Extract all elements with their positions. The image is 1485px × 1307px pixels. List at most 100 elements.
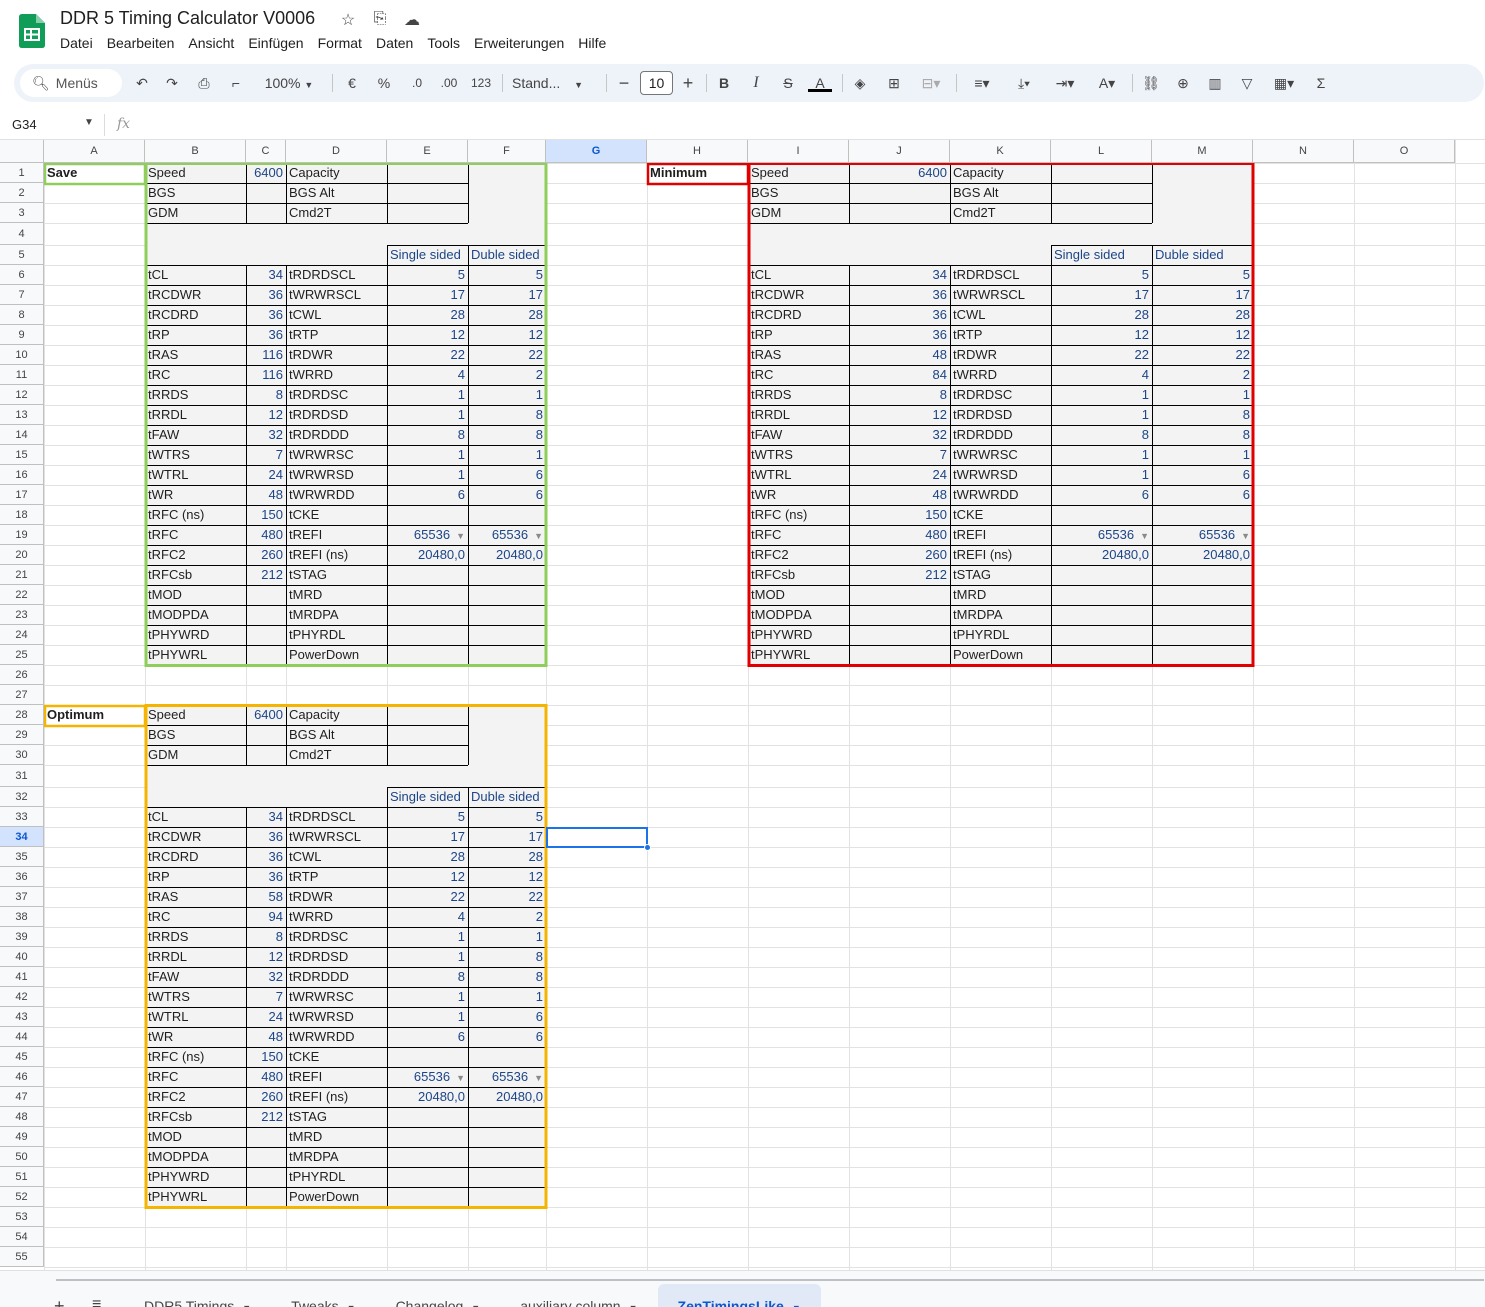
timing-value[interactable]: 212 — [849, 565, 950, 585]
row-header-20[interactable]: 20 — [0, 545, 44, 565]
row-header-37[interactable]: 37 — [0, 887, 44, 907]
speed-value[interactable]: 6400 — [246, 163, 286, 183]
star-icon[interactable]: ☆ — [336, 10, 360, 30]
timing-label[interactable]: tRCDWR — [748, 285, 849, 305]
column-header-m[interactable]: M — [1152, 140, 1253, 163]
double-sided-value[interactable] — [1152, 605, 1253, 625]
timing-label[interactable]: tRCDRD — [145, 847, 246, 867]
timing-label[interactable]: tRRDS — [145, 385, 246, 405]
single-sided-value[interactable]: 28 — [1051, 305, 1152, 325]
timing-value[interactable]: 480 — [246, 525, 286, 545]
timing-label[interactable]: tCWL — [950, 305, 1051, 325]
row-header-11[interactable]: 11 — [0, 365, 44, 385]
timing-label[interactable]: tCL — [748, 265, 849, 285]
row-header-36[interactable]: 36 — [0, 867, 44, 887]
single-sided-value[interactable]: 5 — [387, 265, 468, 285]
timing-value[interactable] — [849, 645, 950, 665]
timing-value[interactable]: 116 — [246, 345, 286, 365]
row-header-26[interactable]: 26 — [0, 665, 44, 685]
timing-label[interactable]: tRAS — [145, 345, 246, 365]
row-header-13[interactable]: 13 — [0, 405, 44, 425]
move-to-folder-icon[interactable]: ⎘ — [368, 10, 392, 30]
currency-format-button[interactable]: € — [342, 72, 362, 94]
single-sided-value[interactable] — [387, 585, 468, 605]
timing-value[interactable]: 480 — [246, 1067, 286, 1087]
single-sided-value[interactable]: 1 — [387, 927, 468, 947]
double-sided-value[interactable]: 28 — [468, 847, 546, 867]
double-sided-value[interactable]: 5 — [468, 265, 546, 285]
double-sided-value[interactable] — [1152, 565, 1253, 585]
timing-label[interactable]: tSTAG — [286, 1107, 387, 1127]
single-sided-value[interactable]: 17 — [387, 285, 468, 305]
double-sided-value[interactable]: 1 — [468, 927, 546, 947]
column-header-h[interactable]: H — [647, 140, 748, 163]
timing-label[interactable]: tRTP — [950, 325, 1051, 345]
double-sided-value[interactable]: 22 — [468, 345, 546, 365]
cmd2t-label[interactable]: Cmd2T — [950, 203, 1051, 223]
timing-label[interactable]: tRFC — [748, 525, 849, 545]
double-sided-value[interactable]: 2 — [1152, 365, 1253, 385]
double-sided-value[interactable]: 8 — [468, 967, 546, 987]
add-sheet-icon[interactable]: + — [54, 1296, 65, 1307]
timing-label[interactable]: tRFCsb — [145, 565, 246, 585]
timing-label[interactable]: tCKE — [950, 505, 1051, 525]
row-header-55[interactable]: 55 — [0, 1247, 44, 1267]
menu-datei[interactable]: Datei — [60, 35, 100, 51]
single-sided-value[interactable]: 1 — [1051, 405, 1152, 425]
timing-label[interactable]: tWTRS — [145, 987, 246, 1007]
dropdown-arrow-icon[interactable]: ▼ — [534, 531, 543, 541]
single-sided-value[interactable]: 20480,0 — [387, 1087, 468, 1107]
text-wrapping-icon[interactable]: ⇥▾ — [1048, 72, 1082, 94]
dropdown-arrow-icon[interactable]: ▼ — [1140, 531, 1149, 541]
row-header-10[interactable]: 10 — [0, 345, 44, 365]
timing-label[interactable]: tMRDPA — [950, 605, 1051, 625]
double-sided-value[interactable]: 8 — [468, 947, 546, 967]
timing-label[interactable]: tMOD — [145, 585, 246, 605]
double-sided-value[interactable] — [468, 1147, 546, 1167]
single-sided-value[interactable]: 5 — [1051, 265, 1152, 285]
font-size-decrease-button[interactable]: − — [614, 72, 634, 94]
double-sided-value[interactable]: 8 — [1152, 405, 1253, 425]
timing-label[interactable]: tWRRD — [286, 365, 387, 385]
timing-label[interactable]: tMOD — [748, 585, 849, 605]
single-sided-value[interactable] — [387, 1107, 468, 1127]
column-header-l[interactable]: L — [1051, 140, 1152, 163]
timing-label[interactable]: tMOD — [145, 1127, 246, 1147]
row-header-25[interactable]: 25 — [0, 645, 44, 665]
timing-value[interactable]: 12 — [246, 405, 286, 425]
double-sided-value[interactable]: 20480,0 — [1152, 545, 1253, 565]
column-header-o[interactable]: O — [1354, 140, 1455, 163]
row-header-33[interactable]: 33 — [0, 807, 44, 827]
double-sided-value[interactable]: 22 — [468, 887, 546, 907]
timing-label[interactable]: tRTP — [286, 867, 387, 887]
timing-label[interactable]: tRFC2 — [145, 545, 246, 565]
row-header-41[interactable]: 41 — [0, 967, 44, 987]
trefi-single-dropdown[interactable]: 65536 ▼ — [387, 525, 468, 545]
timing-label[interactable]: tREFI — [286, 525, 387, 545]
single-sided-value[interactable] — [387, 625, 468, 645]
speed-label[interactable]: Speed — [145, 163, 246, 183]
timing-label[interactable]: tRFCsb — [748, 565, 849, 585]
timing-label[interactable]: tPHYRDL — [286, 1167, 387, 1187]
timing-label[interactable]: tRFC — [145, 525, 246, 545]
double-sided-value[interactable]: 17 — [468, 827, 546, 847]
cloud-saved-icon[interactable]: ☁ — [400, 10, 424, 30]
timing-value[interactable] — [849, 605, 950, 625]
single-sided-value[interactable]: 6 — [1051, 485, 1152, 505]
row-header-12[interactable]: 12 — [0, 385, 44, 405]
double-sided-value[interactable]: 17 — [1152, 285, 1253, 305]
menu-format[interactable]: Format — [318, 35, 369, 51]
double-sided-value[interactable] — [468, 1167, 546, 1187]
timing-label[interactable]: tWRRD — [950, 365, 1051, 385]
select-all-corner[interactable] — [0, 140, 44, 163]
single-sided-value[interactable]: 1 — [387, 947, 468, 967]
chevron-down-icon[interactable]: ▼ — [792, 1303, 801, 1307]
double-sided-value[interactable] — [1152, 645, 1253, 665]
row-header-21[interactable]: 21 — [0, 565, 44, 585]
timing-value[interactable]: 94 — [246, 907, 286, 927]
timing-value[interactable]: 58 — [246, 887, 286, 907]
timing-label[interactable]: tRDRDSC — [286, 385, 387, 405]
timing-label[interactable]: tRDRDSCL — [950, 265, 1051, 285]
timing-label[interactable]: tRDRDSC — [950, 385, 1051, 405]
timing-value[interactable]: 36 — [246, 827, 286, 847]
